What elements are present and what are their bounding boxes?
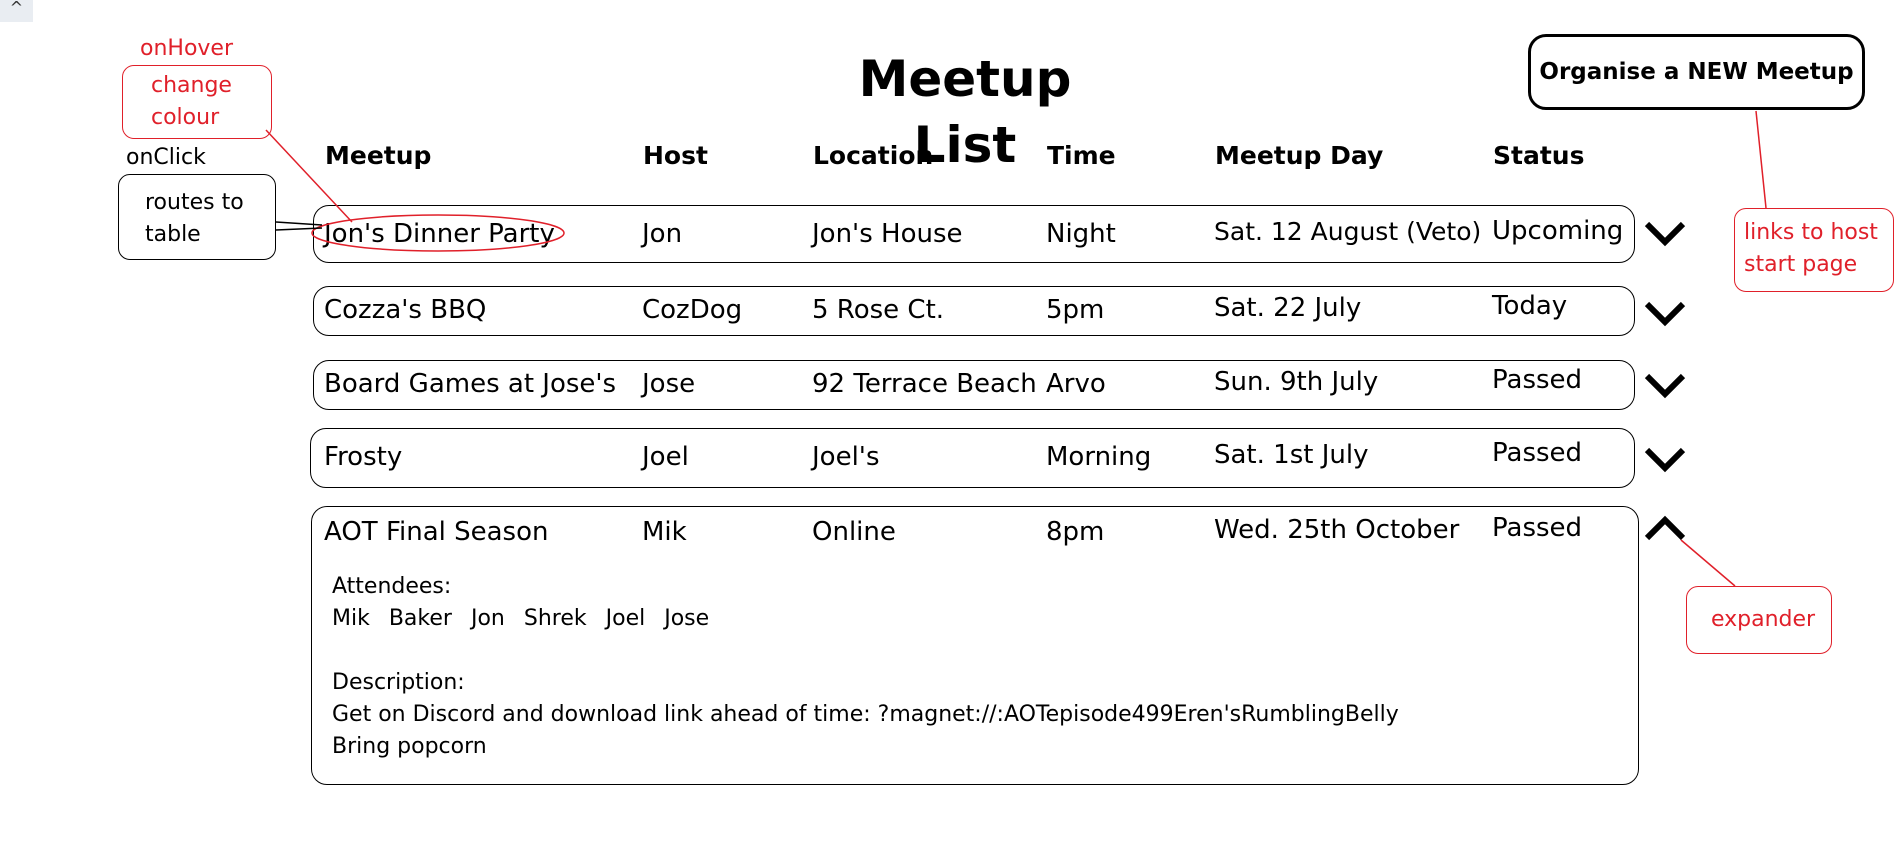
meetup-name[interactable]: Cozza's BBQ [324, 294, 486, 326]
row-expander-chevron-down-icon[interactable] [1643, 362, 1687, 406]
meetup-row[interactable]: Cozza's BBQ CozDog 5 Rose Ct. 5pm Sat. 2… [313, 286, 1635, 336]
meetup-day-date: Sat. 12 August [1214, 217, 1399, 246]
meetup-time: 5pm [1046, 295, 1105, 325]
column-header-status: Status [1493, 141, 1585, 170]
meetup-time: Morning [1046, 442, 1152, 472]
meetup-day: Sun. 9th July [1214, 367, 1379, 397]
column-header-location: Location [813, 141, 934, 170]
attendees-list: Mik Baker Jon Shrek Joel Jose [332, 603, 728, 635]
meetup-status: Passed [1492, 365, 1583, 395]
attendee: Jon [470, 606, 505, 631]
row-expander-chevron-down-icon[interactable] [1643, 210, 1687, 254]
meetup-day: Wed. 25th October [1214, 515, 1460, 545]
collapse-caret-icon[interactable]: ^ [0, 0, 33, 22]
meetup-row[interactable]: Jon's Dinner Party Jon Jon's House Night… [313, 205, 1635, 263]
attendee: Joel [605, 606, 646, 631]
meetup-name[interactable]: AOT Final Season [324, 516, 549, 548]
meetup-status: Passed [1492, 513, 1583, 543]
meetup-row[interactable]: Board Games at Jose's Jose 92 Terrace Be… [313, 360, 1635, 410]
meetup-name[interactable]: Board Games at Jose's [324, 368, 616, 400]
expander-connector [1680, 539, 1736, 587]
meetup-day: Sat. 12 August (Veto) [1214, 216, 1481, 248]
row-expander-chevron-down-icon[interactable] [1643, 436, 1687, 480]
column-header-meetup: Meetup [325, 141, 432, 170]
meetup-status: Today [1492, 291, 1568, 321]
table-header: Meetup Host Location Time Meetup Day Sta… [0, 141, 1600, 175]
row-collapser-chevron-up-icon[interactable] [1643, 506, 1687, 550]
description-line: Bring popcorn [332, 734, 487, 759]
annotation-host-link-box: links to host start page [1734, 208, 1894, 292]
attendee: Jose [664, 606, 710, 631]
annotation-onclick-line: table [145, 222, 201, 247]
meetup-location: Online [812, 517, 896, 547]
annotation-onclick-box: routes to table [118, 174, 276, 260]
column-header-meetup-day: Meetup Day [1215, 141, 1384, 170]
meetup-time: Arvo [1046, 369, 1106, 399]
meetup-time: Night [1046, 219, 1116, 249]
annotation-onhover-box: change colour [122, 65, 272, 139]
annotation-onclick-title: onClick [126, 145, 206, 170]
attendee: Mik [332, 606, 370, 631]
attendee: Baker [388, 606, 452, 631]
meetup-host: CozDog [642, 295, 743, 325]
meetup-status: Passed [1492, 438, 1583, 468]
meetup-host: Jose [642, 369, 696, 399]
meetup-status: Upcoming [1492, 216, 1624, 246]
annotation-host-link-line: start page [1744, 252, 1858, 277]
meetup-host: Mik [642, 517, 687, 547]
annotation-host-link-line: links to host [1744, 220, 1878, 245]
meetup-name[interactable]: Jon's Dinner Party [324, 218, 555, 250]
meetup-row[interactable]: Frosty Joel Joel's Morning Sat. 1st July… [310, 428, 1635, 488]
column-header-time: Time [1047, 141, 1116, 170]
meetup-name[interactable]: Frosty [324, 441, 402, 473]
description-line: Get on Discord and download link ahead o… [332, 702, 1399, 727]
meetup-host: Joel [642, 442, 689, 472]
meetup-day: Sat. 22 July [1214, 293, 1362, 323]
veto-tag: (Veto) [1406, 217, 1482, 246]
meetup-day: Sat. 1st July [1214, 440, 1369, 470]
attendees-label: Attendees: [332, 574, 452, 599]
meetup-location: 92 Terrace Beach [812, 369, 1037, 399]
meetup-location: 5 Rose Ct. [812, 295, 945, 325]
annotation-expander-label: expander [1711, 607, 1816, 632]
meetup-host: Jon [642, 219, 683, 249]
description-label: Description: [332, 670, 465, 695]
column-header-host: Host [643, 141, 708, 170]
row-expander-chevron-down-icon[interactable] [1643, 290, 1687, 334]
annotation-expander-box: expander [1686, 586, 1832, 654]
attendee: Shrek [523, 606, 587, 631]
annotation-onhover-line: colour [151, 105, 220, 130]
meetup-row-expanded[interactable]: AOT Final Season Mik Online 8pm Wed. 25t… [311, 506, 1639, 785]
meetup-time: 8pm [1046, 517, 1105, 547]
host-link-connector [1755, 110, 1767, 209]
annotation-onhover-title: onHover [140, 36, 234, 61]
annotation-onhover-line: change [151, 73, 232, 98]
organise-new-meetup-button[interactable]: Organise a NEW Meetup [1528, 34, 1865, 110]
meetup-location: Joel's [812, 442, 880, 472]
annotation-onclick-line: routes to [145, 190, 244, 215]
meetup-location: Jon's House [812, 219, 963, 249]
